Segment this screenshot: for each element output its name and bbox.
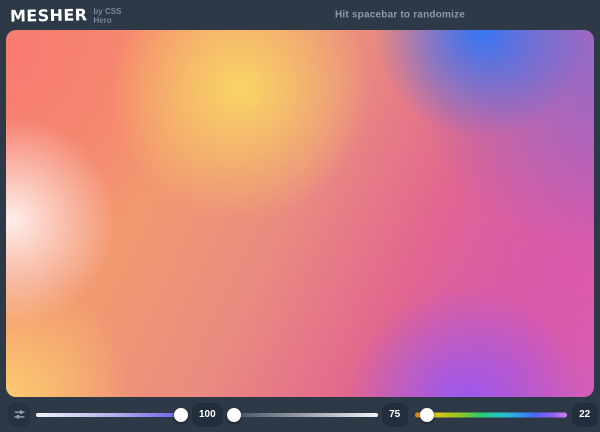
slider-hue[interactable] (415, 403, 567, 427)
slider-spacing-value: 100 (192, 403, 223, 427)
slider-spacing[interactable] (36, 403, 184, 427)
settings-button[interactable] (8, 403, 30, 427)
slider-track[interactable] (230, 413, 378, 417)
slider-lightness[interactable] (230, 403, 378, 427)
randomize-hint: Hit spacebar to randomize (335, 10, 465, 21)
app-logo-text: MESHER (10, 5, 88, 25)
slider-hue-value: 22 (572, 403, 598, 427)
app-logo[interactable]: MESHER by CSS Hero (10, 6, 121, 25)
byline-line2: Hero (93, 16, 121, 25)
sliders-icon (13, 408, 26, 421)
controls-bar: 100 75 22 (0, 397, 600, 432)
slider-lightness-value: 75 (382, 403, 408, 427)
byline-line1: by CSS (93, 7, 121, 16)
logo-byline: by CSS Hero (93, 7, 121, 25)
gradient-canvas[interactable] (6, 30, 594, 397)
slider-thumb[interactable] (227, 408, 241, 422)
slider-thumb[interactable] (174, 408, 188, 422)
header: MESHER by CSS Hero Hit spacebar to rando… (0, 0, 600, 30)
slider-track[interactable] (36, 413, 184, 417)
slider-thumb[interactable] (420, 408, 434, 422)
slider-track[interactable] (415, 412, 567, 417)
